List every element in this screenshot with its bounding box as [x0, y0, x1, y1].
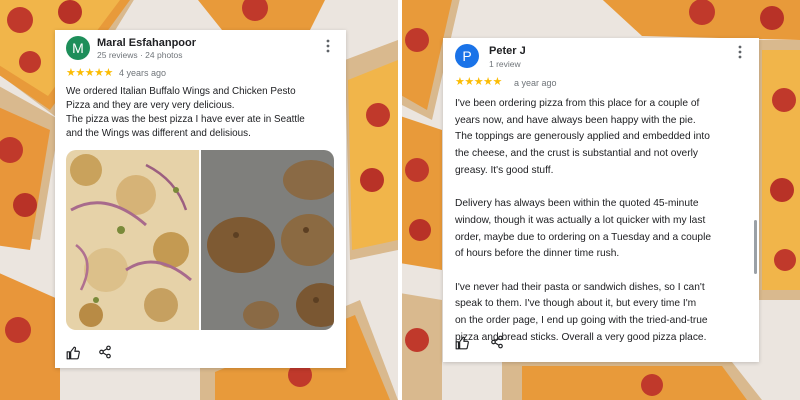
share-icon[interactable]	[490, 335, 504, 349]
reviewer-meta: 1 review	[489, 59, 521, 69]
review-card: M Maral Esfahanpoor 25 reviews · 24 phot…	[55, 30, 346, 368]
review-text: I've been ordering pizza from this place…	[455, 98, 711, 343]
reviewer-name[interactable]: Peter J	[489, 45, 526, 57]
more-vert-icon[interactable]	[734, 45, 746, 59]
review-card: P Peter J 1 review ★★★★★ a year ago I've…	[443, 38, 759, 362]
review-date: a year ago	[514, 78, 557, 88]
reviewer-avatar[interactable]: M	[66, 36, 90, 60]
reviewer-meta: 25 reviews · 24 photos	[97, 50, 183, 60]
pizza-photo-image[interactable]	[66, 150, 334, 330]
thumbs-up-icon[interactable]	[66, 346, 80, 360]
share-icon[interactable]	[98, 345, 112, 359]
review-photos[interactable]	[66, 150, 334, 330]
reviewer-name[interactable]: Maral Esfahanpoor	[97, 37, 196, 49]
right-panel: P Peter J 1 review ★★★★★ a year ago I've…	[402, 0, 800, 400]
reviewer-avatar[interactable]: P	[455, 44, 479, 68]
star-rating: ★★★★★	[455, 76, 502, 88]
review-date: 4 years ago	[119, 68, 167, 78]
more-vert-icon[interactable]	[322, 39, 334, 53]
left-panel: M Maral Esfahanpoor 25 reviews · 24 phot…	[0, 0, 398, 400]
star-rating: ★★★★★	[66, 67, 113, 79]
thumbs-up-icon[interactable]	[455, 336, 469, 350]
scrollbar[interactable]	[754, 220, 757, 274]
review-text: We ordered Italian Buffalo Wings and Chi…	[66, 86, 305, 139]
